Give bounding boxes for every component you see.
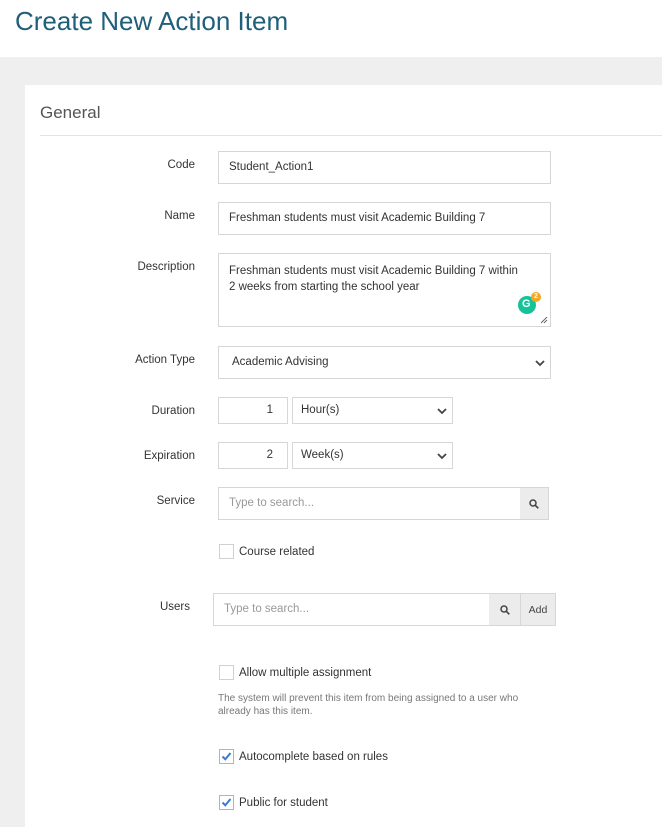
chevron-down-icon — [535, 359, 545, 366]
description-label: Description — [137, 261, 195, 273]
name-field[interactable]: Freshman students must visit Academic Bu… — [218, 202, 551, 235]
expiration-number-input[interactable]: 2 — [218, 442, 288, 469]
service-label: Service — [156, 495, 195, 507]
name-value: Freshman students must visit Academic Bu… — [229, 212, 486, 224]
duration-label: Duration — [151, 405, 195, 417]
allow-multiple-help-text: The system will prevent this item from b… — [218, 693, 519, 717]
grammarly-badge: 2 — [531, 292, 541, 302]
expiration-label: Expiration — [143, 450, 195, 462]
action-type-value: Academic Advising — [232, 356, 329, 368]
duration-unit-value: Hour(s) — [301, 404, 340, 416]
name-label: Name — [164, 210, 195, 222]
chevron-down-icon — [437, 407, 447, 414]
service-search-input[interactable]: Type to search... — [218, 487, 521, 520]
action-type-select[interactable]: Academic Advising — [218, 346, 551, 379]
users-placeholder: Type to search... — [224, 603, 310, 615]
check-icon — [221, 798, 232, 807]
expiration-number-value: 2 — [266, 449, 273, 461]
expiration-unit-select[interactable]: Week(s) — [292, 442, 453, 469]
chevron-down-icon — [437, 452, 447, 459]
public-for-student-checkbox[interactable] — [219, 795, 234, 810]
duration-number-input[interactable]: 1 — [218, 397, 288, 424]
course-related-checkbox[interactable] — [219, 544, 234, 559]
expiration-unit-value: Week(s) — [301, 449, 344, 461]
section-divider — [40, 135, 662, 136]
autocomplete-checkbox[interactable] — [219, 749, 234, 764]
action-type-label: Action Type — [135, 354, 195, 366]
description-textarea[interactable]: Freshman students must visit Academic Bu… — [218, 253, 551, 327]
add-user-button[interactable]: Add — [520, 593, 556, 626]
public-for-student-label: Public for student — [239, 797, 328, 809]
service-placeholder: Type to search... — [229, 497, 315, 509]
page-title: Create New Action Item — [15, 6, 289, 36]
description-value: Freshman students must visit Academic Bu… — [229, 265, 518, 293]
general-panel: General Code Student_Action1 Name Freshm… — [25, 85, 662, 827]
allow-multiple-checkbox[interactable] — [219, 665, 234, 680]
users-label: Users — [159, 601, 190, 613]
search-icon — [499, 604, 510, 615]
resize-grip-icon[interactable] — [541, 317, 548, 324]
service-search-button[interactable] — [520, 487, 549, 520]
add-user-button-label: Add — [528, 604, 548, 616]
autocomplete-label: Autocomplete based on rules — [239, 751, 388, 763]
allow-multiple-label: Allow multiple assignment — [239, 667, 372, 679]
code-field[interactable]: Student_Action1 — [218, 151, 551, 184]
users-search-input[interactable]: Type to search... — [213, 593, 490, 626]
code-label: Code — [167, 159, 196, 171]
duration-unit-select[interactable]: Hour(s) — [292, 397, 453, 424]
page-header: Create New Action Item — [0, 0, 662, 57]
check-icon — [221, 752, 232, 761]
users-search-button[interactable] — [489, 593, 521, 626]
search-icon — [529, 498, 539, 509]
course-related-label: Course related — [239, 546, 315, 558]
duration-number-value: 1 — [266, 404, 273, 416]
section-title: General — [40, 103, 101, 122]
code-value: Student_Action1 — [229, 161, 314, 173]
grammarly-icon[interactable]: G 2 — [518, 292, 541, 314]
